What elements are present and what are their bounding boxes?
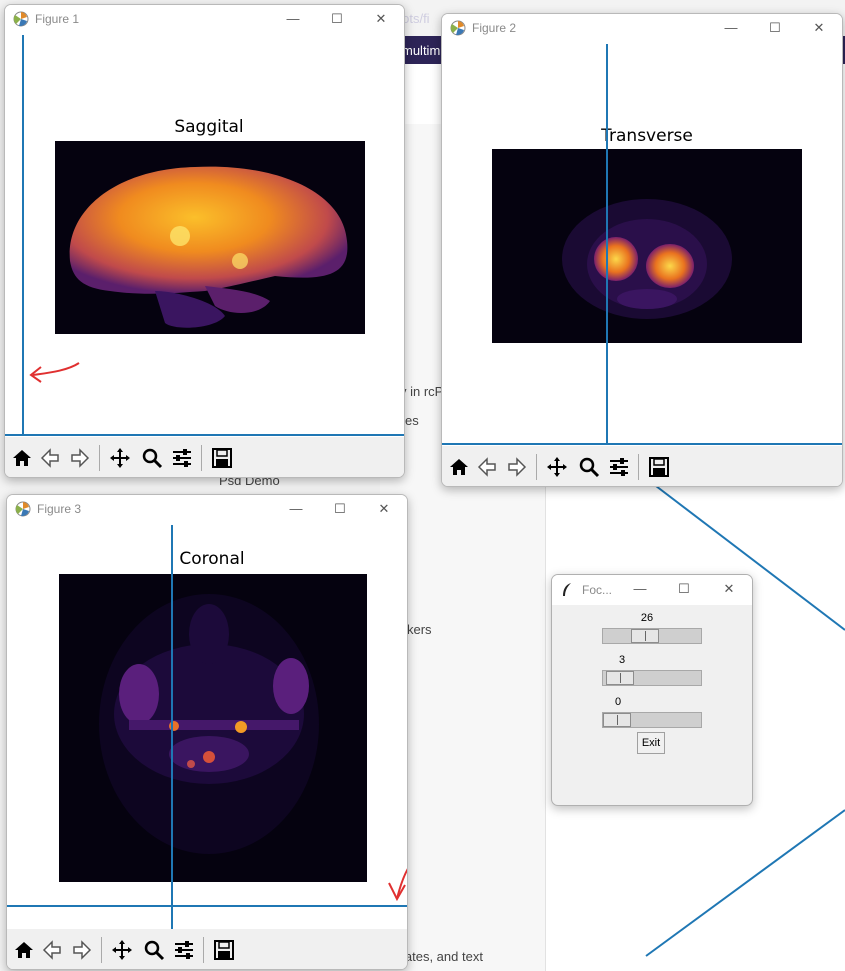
pan-icon[interactable] (109, 937, 135, 963)
figure3-toolbar (7, 929, 407, 969)
maximize-button[interactable]: ☐ (673, 579, 695, 599)
red-arrow-annotation (388, 868, 407, 902)
save-icon[interactable] (646, 454, 672, 480)
configure-icon[interactable] (171, 937, 197, 963)
save-icon[interactable] (211, 937, 237, 963)
home-icon[interactable] (11, 937, 37, 963)
maximize-button[interactable]: ☐ (764, 18, 786, 38)
back-icon[interactable] (474, 454, 500, 480)
background-item[interactable]: y in rcP (400, 384, 443, 399)
zoom-icon[interactable] (576, 454, 602, 480)
figure2-vertical-cursor[interactable] (606, 44, 608, 444)
minimize-button[interactable]: — (720, 18, 742, 38)
transverse-image[interactable] (492, 149, 802, 343)
figure3-vertical-cursor[interactable] (171, 525, 173, 929)
configure-icon[interactable] (606, 454, 632, 480)
close-button[interactable]: ✕ (370, 9, 392, 29)
configure-icon[interactable] (169, 445, 195, 471)
slider2-value: 3 (618, 654, 626, 666)
figure2-window[interactable]: Figure 2 — ☐ ✕ Transverse (441, 13, 843, 487)
figure3-title: Figure 3 (37, 502, 82, 516)
home-icon[interactable] (9, 445, 35, 471)
zoom-icon[interactable] (139, 445, 165, 471)
pan-icon[interactable] (544, 454, 570, 480)
close-button[interactable]: ✕ (808, 18, 830, 38)
back-icon[interactable] (37, 445, 63, 471)
forward-icon[interactable] (504, 454, 530, 480)
focus-control-title: Foc... (582, 583, 613, 597)
matplotlib-logo-icon (13, 11, 29, 27)
saggital-image[interactable] (55, 141, 365, 334)
figure1-title: Figure 1 (35, 12, 80, 26)
slider3-value: 0 (614, 696, 622, 708)
forward-icon[interactable] (67, 445, 93, 471)
background-item[interactable]: kers (407, 622, 432, 637)
figure3-plot-title: Coronal (179, 549, 245, 569)
focus-control-window[interactable]: Foc... — ☐ ✕ 26 3 0 Exit (551, 574, 753, 806)
minimize-button[interactable]: — (282, 9, 304, 29)
maximize-button[interactable]: ☐ (329, 499, 351, 519)
figure3-titlebar[interactable]: Figure 3 — ☐ ✕ (7, 495, 407, 525)
figure1-horizontal-cursor[interactable] (5, 434, 404, 436)
focus-control-titlebar[interactable]: Foc... — ☐ ✕ (552, 575, 752, 605)
background-tab-label: multim (402, 43, 441, 58)
figure1-titlebar[interactable]: Figure 1 — ☐ ✕ (5, 5, 404, 35)
close-button[interactable]: ✕ (373, 499, 395, 519)
exit-button[interactable]: Exit (637, 732, 665, 754)
matplotlib-logo-icon (450, 20, 466, 36)
figure2-titlebar[interactable]: Figure 2 — ☐ ✕ (442, 14, 842, 44)
figure2-toolbar (442, 446, 842, 486)
figure1-toolbar (5, 437, 404, 477)
figure3-horizontal-cursor[interactable] (7, 905, 407, 907)
slider3-handle[interactable] (603, 713, 631, 727)
matplotlib-logo-icon (15, 501, 31, 517)
save-icon[interactable] (209, 445, 235, 471)
close-button[interactable]: ✕ (718, 579, 740, 599)
slider1[interactable] (602, 628, 702, 644)
minimize-button[interactable]: — (285, 499, 307, 519)
slider3[interactable] (602, 712, 702, 728)
back-icon[interactable] (39, 937, 65, 963)
figure2-title: Figure 2 (472, 21, 517, 35)
slider1-handle[interactable] (631, 629, 659, 643)
figure1-window[interactable]: Figure 1 — ☐ ✕ Saggital (4, 4, 405, 478)
slider1-value: 26 (640, 612, 654, 624)
zoom-icon[interactable] (141, 937, 167, 963)
figure2-plot-title: Transverse (601, 126, 693, 146)
red-arrow-annotation (29, 362, 80, 383)
figure2-horizontal-cursor[interactable] (442, 443, 842, 445)
minimize-button[interactable]: — (629, 579, 651, 599)
maximize-button[interactable]: ☐ (326, 9, 348, 29)
background-item[interactable]: es (405, 413, 419, 428)
slider2[interactable] (602, 670, 702, 686)
feather-icon (563, 583, 571, 596)
figure3-window[interactable]: Figure 3 — ☐ ✕ Coronal (6, 494, 408, 970)
pan-icon[interactable] (107, 445, 133, 471)
figure1-vertical-cursor[interactable] (22, 35, 24, 435)
coronal-image[interactable] (59, 574, 367, 882)
slider2-handle[interactable] (606, 671, 634, 685)
background-item[interactable]: lates, and text (402, 949, 483, 964)
forward-icon[interactable] (69, 937, 95, 963)
home-icon[interactable] (446, 454, 472, 480)
figure1-plot-title: Saggital (174, 117, 244, 137)
